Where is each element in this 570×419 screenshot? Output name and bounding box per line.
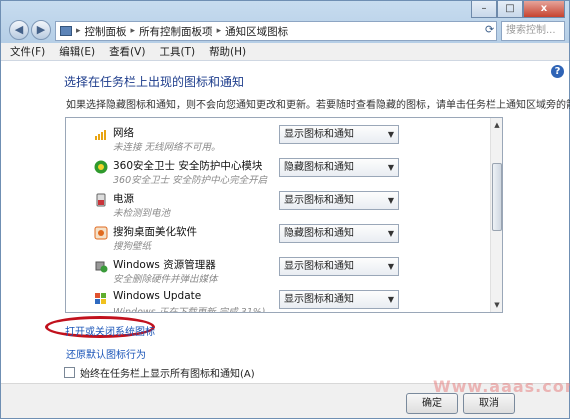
page-title: 选择在任务栏上出现的图标和通知	[64, 75, 245, 89]
address-bar[interactable]: ▸ 控制面板 ▸ 所有控制面板项 ▸ 通知区域图标	[55, 21, 497, 41]
help-icon[interactable]: ?	[551, 65, 564, 78]
item-status: 未检测到电池	[113, 208, 171, 219]
list-item: 搜狗桌面美化软件 搜狗壁纸 隐藏图标和通知 ▼	[66, 220, 490, 253]
notification-icons-list[interactable]: 网络 未连接 无线网络不可用。 显示图标和通知 ▼ 360安全卫士 安全防护中心模…	[65, 117, 503, 313]
show-all-icons-checkbox[interactable]	[64, 367, 75, 378]
checkbox-label: 始终在任务栏上显示所有图标和通知(A)	[80, 369, 255, 380]
chevron-down-icon: ▼	[387, 130, 394, 139]
behavior-select[interactable]: 显示图标和通知 ▼	[279, 257, 399, 276]
refresh-icon[interactable]: ⟳	[485, 23, 494, 36]
main-content: ? 选择在任务栏上出现的图标和通知 如果选择隐藏图标和通知，则不会向您通知更改和…	[1, 61, 570, 383]
breadcrumb-item[interactable]: 通知区域图标	[225, 24, 288, 39]
behavior-select[interactable]: 隐藏图标和通知 ▼	[279, 224, 399, 243]
search-input[interactable]: 搜索控制...	[501, 21, 565, 41]
item-status: 安全删除硬件并弹出媒体	[113, 274, 218, 285]
back-arrow-icon[interactable]: ◀	[9, 20, 29, 40]
page-description: 如果选择隐藏图标和通知，则不会向您通知更改和更新。若要随时查看隐藏的图标，请单击…	[66, 100, 570, 111]
behavior-select[interactable]: 显示图标和通知 ▼	[279, 191, 399, 210]
menu-view[interactable]: 查看(V)	[109, 44, 145, 59]
item-name: 电源	[113, 193, 134, 205]
close-button[interactable]: x	[523, 1, 565, 18]
behavior-select[interactable]: 隐藏图标和通知 ▼	[279, 158, 399, 177]
item-status: Windows 正在下载更新 完成 31%)	[113, 307, 266, 313]
item-status: 搜狗壁纸	[113, 241, 152, 252]
scroll-thumb[interactable]	[492, 163, 502, 231]
360-shield-icon	[94, 160, 108, 174]
usb-icon	[95, 261, 108, 273]
show-all-icons-option[interactable]: 始终在任务栏上显示所有图标和通知(A)	[64, 365, 255, 380]
item-name: 360安全卫士 安全防护中心模块	[113, 160, 263, 172]
sogou-icon	[94, 226, 108, 240]
menu-file[interactable]: 文件(F)	[10, 44, 45, 59]
title-bar: – □ x ◀ ▶ ▸ 控制面板 ▸ 所有控制面板项 ▸ 通知区域图标 ⟳ 搜索…	[1, 1, 569, 43]
restore-defaults-link[interactable]: 还原默认图标行为	[66, 346, 146, 361]
list-item: 360安全卫士 安全防护中心模块 360安全卫士 安全防护中心完全开启 隐藏图标…	[66, 154, 490, 187]
cancel-button[interactable]: 取消	[463, 393, 515, 414]
scroll-up-icon[interactable]: ▲	[491, 118, 502, 132]
chevron-down-icon: ▼	[387, 229, 394, 238]
power-icon	[96, 193, 106, 207]
maximize-button[interactable]: □	[497, 1, 523, 18]
scroll-down-icon[interactable]: ▼	[491, 298, 502, 312]
behavior-select[interactable]: 显示图标和通知 ▼	[279, 290, 399, 309]
breadcrumb-item[interactable]: 所有控制面板项	[139, 24, 213, 39]
list-item: Windows 资源管理器 安全删除硬件并弹出媒体 显示图标和通知 ▼	[66, 253, 490, 286]
breadcrumb-item[interactable]: 控制面板	[85, 24, 127, 39]
item-name: 搜狗桌面美化软件	[113, 226, 197, 238]
minimize-button[interactable]: –	[471, 1, 497, 18]
behavior-select[interactable]: 显示图标和通知 ▼	[279, 125, 399, 144]
watermark: Www.aaas.com	[433, 377, 570, 396]
chevron-down-icon: ▼	[387, 295, 394, 304]
toggle-system-icons-link[interactable]: 打开或关闭系统图标	[65, 323, 155, 338]
control-panel-icon	[60, 26, 72, 36]
chevron-down-icon: ▼	[387, 262, 394, 271]
nav-buttons: ◀ ▶	[9, 20, 51, 40]
item-status: 未连接 无线网络不可用。	[113, 142, 221, 153]
item-name: Windows 资源管理器	[113, 259, 216, 271]
ok-button[interactable]: 确定	[406, 393, 458, 414]
list-item: Windows Update Windows 正在下载更新 完成 31%) 显示…	[66, 286, 490, 313]
list-item: 电源 未检测到电池 显示图标和通知 ▼	[66, 187, 490, 220]
item-name: Windows Update	[113, 290, 202, 302]
control-panel-window: – □ x ◀ ▶ ▸ 控制面板 ▸ 所有控制面板项 ▸ 通知区域图标 ⟳ 搜索…	[0, 0, 570, 419]
chevron-down-icon: ▼	[387, 196, 394, 205]
forward-arrow-icon[interactable]: ▶	[31, 20, 51, 40]
item-name: 网络	[113, 127, 134, 139]
item-status: 360安全卫士 安全防护中心完全开启	[113, 175, 268, 186]
window-controls: – □ x	[471, 1, 565, 19]
menu-bar: 文件(F) 编辑(E) 查看(V) 工具(T) 帮助(H)	[1, 43, 569, 61]
list-scrollbar[interactable]: ▲ ▼	[490, 118, 502, 312]
menu-tools[interactable]: 工具(T)	[159, 44, 195, 59]
list-item: 网络 未连接 无线网络不可用。 显示图标和通知 ▼	[66, 121, 490, 154]
chevron-down-icon: ▼	[387, 163, 394, 172]
menu-help[interactable]: 帮助(H)	[209, 44, 246, 59]
menu-edit[interactable]: 编辑(E)	[59, 44, 95, 59]
network-icon	[95, 130, 106, 140]
windows-update-icon	[95, 293, 106, 304]
